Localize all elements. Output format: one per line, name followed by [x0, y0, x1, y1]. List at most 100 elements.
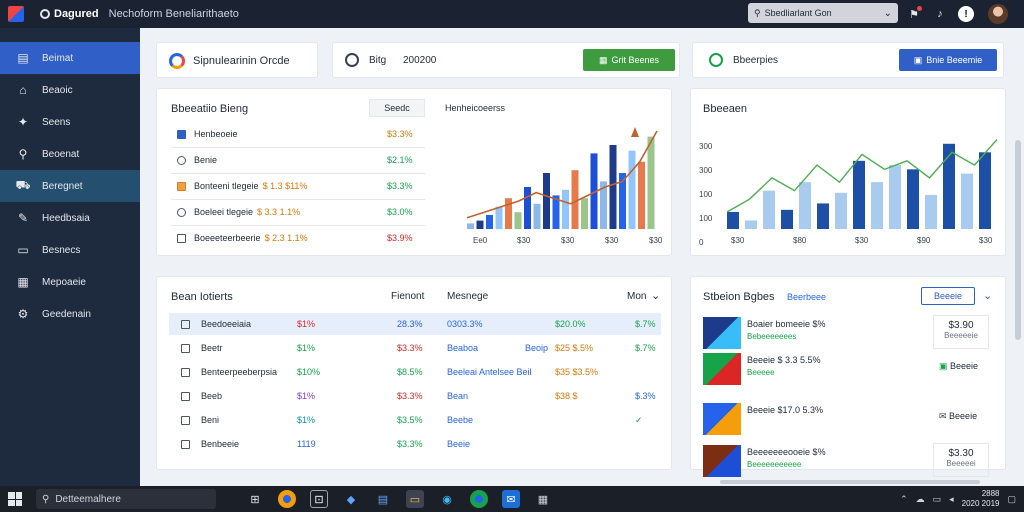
top-search-select[interactable]: ⚲ Sbedliarlant Gon ⌄ [748, 3, 898, 23]
clock[interactable]: 2888 2020 2019 [962, 489, 1000, 509]
cell-c1: $10% [297, 367, 321, 377]
cell-c2: 28.3% [397, 319, 423, 329]
overview-bar-chart: Ee0 $30 $30 $30 $30 [466, 127, 663, 245]
row-checkbox[interactable] [181, 319, 190, 329]
document-icon: ▦ [17, 275, 29, 289]
list-item[interactable]: Henbeoeie $3.3% [177, 129, 421, 139]
chevron-down-icon[interactable]: ⌄ [651, 289, 660, 302]
search-icon: ⚲ [42, 493, 50, 505]
sidebar-item-label: Besnecs [42, 244, 81, 256]
checkbox[interactable] [177, 129, 186, 139]
windows-icon[interactable]: ⊞ [246, 490, 264, 508]
item-action[interactable]: ▣ Beeeie [939, 361, 978, 372]
calendar-icon[interactable]: ▤ [374, 490, 392, 508]
folder-icon[interactable]: ▭ [406, 490, 424, 508]
table-row[interactable]: Benbeeie 1119 $3.3% Beeie [169, 433, 661, 455]
sidebar-item-label: Seens [42, 116, 71, 128]
cell-c1: $1% [297, 319, 316, 329]
table-row[interactable]: Beetr $1% $3.3% Beaboa $25 $.5% $.7% Beoip [169, 337, 661, 359]
cell-c1: $1% [297, 391, 316, 401]
outlook-icon[interactable]: ✉ [502, 490, 520, 508]
side-list-subtitle[interactable]: Beerbeee [787, 292, 826, 302]
avatar[interactable] [988, 4, 1008, 24]
terminal-icon[interactable]: ⊡ [310, 490, 328, 508]
store-icon[interactable]: ◆ [342, 490, 360, 508]
chrome-icon[interactable] [278, 490, 296, 508]
checkbox[interactable] [177, 233, 186, 243]
edge-icon[interactable]: ◉ [438, 490, 456, 508]
vertical-scrollbar[interactable] [1015, 140, 1021, 340]
item-thumbnail [703, 403, 741, 435]
table-row[interactable]: Beni $1% $3.5% Beebe ✓ [169, 409, 661, 431]
tab-search[interactable]: Seedc [369, 99, 425, 117]
sidebar-item-2[interactable]: ✦ Seens [0, 106, 140, 138]
radio-button[interactable] [177, 207, 186, 217]
cell-c4: $20.0% [555, 319, 586, 329]
sidebar-item-0[interactable]: ▤ Beimat [0, 42, 140, 74]
volume-icon[interactable]: ◂ [949, 494, 954, 505]
cloud-icon[interactable]: ☁ [916, 494, 925, 505]
sidebar-item-3[interactable]: ⚲ Beoenat [0, 138, 140, 170]
calculator-icon[interactable]: ▦ [534, 490, 552, 508]
item-price-box[interactable]: $3.30 Beeeeei [933, 443, 989, 477]
save-icon: ▣ [913, 54, 923, 65]
list-item[interactable]: Benie $2.1% [177, 155, 421, 165]
chart-bar [524, 187, 531, 229]
start-button[interactable] [8, 492, 22, 506]
row-value: $3.3% [387, 129, 413, 139]
sidebar-item-1[interactable]: ⌂ Beaoic [0, 74, 140, 106]
list-item[interactable]: Beeeie $ 3.3 5.5% Beeeee ▣ Beeeie [701, 351, 997, 385]
notification-center-icon[interactable]: ▢ [1007, 494, 1016, 505]
item-action-label: Beeeie [950, 361, 979, 371]
panel-title: Bbeeatiio Bieng [171, 103, 249, 115]
cell-c5: $.3% [635, 391, 656, 401]
dashboard-icon: ▤ [17, 51, 29, 65]
chevron-down-icon: ⌄ [883, 7, 892, 19]
taskbar-search[interactable]: ⚲ Detteemalhere [36, 489, 216, 509]
table-row[interactable]: Beeb $1% $3.3% Bean $38 $ $.3% [169, 385, 661, 407]
sidebar-item-5[interactable]: ✎ Heedbsaia [0, 202, 140, 234]
chart-bar [609, 145, 617, 229]
chevron-up-icon[interactable]: ⌃ [900, 494, 908, 505]
radio-button[interactable] [177, 155, 186, 165]
chevron-down-icon[interactable]: ⌄ [983, 289, 992, 302]
help-icon[interactable]: ! [958, 6, 974, 22]
list-item[interactable]: Beeeie $17.0 5.3% ✉ Beeeie [701, 401, 997, 435]
row-extra: $ 3.3 1.1% [257, 207, 301, 217]
list-item[interactable]: Boeleei tlegeie $ 3.3 1.1% $3.0% [177, 207, 421, 217]
green-action-button[interactable]: ▦ Grit Beenes [583, 49, 675, 71]
list-item[interactable]: Beeeeeeeooeie $% Beeeeeeeeeee $3.30 Beeeeei [701, 443, 997, 477]
row-label: Boeleei tlegeie [194, 207, 254, 217]
item-title: Beeeie $ 3.3 5.5% [747, 355, 821, 365]
table-row[interactable]: Beedoeeiaia $1% 28.3% 0303.3% $20.0% $.7% [169, 313, 661, 335]
side-list-button[interactable]: Beeeie [921, 287, 975, 305]
order-card[interactable]: Sipnulearinin Orcde [156, 42, 318, 78]
item-title: Boaier bomeeie $% [747, 319, 826, 329]
item-action[interactable]: ✉ Beeeie [939, 411, 977, 422]
horizontal-scrollbar[interactable] [720, 480, 980, 484]
row-checkbox[interactable] [181, 343, 190, 353]
table-row[interactable]: Benteerpeeberpsia $10% $8.5% Beeleai Antels… [169, 361, 661, 383]
notification-icon[interactable]: ⚑ [906, 6, 922, 22]
network-icon[interactable]: ▭ [933, 494, 942, 505]
row-checkbox[interactable] [181, 415, 190, 425]
blue-action-button[interactable]: ▣ Bnie Beeemie [899, 49, 997, 71]
sidebar-item-6[interactable]: ▭ Besnecs [0, 234, 140, 266]
chrome-icon-2[interactable] [470, 490, 488, 508]
sidebar-item-8[interactable]: ⚙ Geedenain [0, 298, 140, 330]
list-item[interactable]: Boaier bomeeie $% Bebeeeeeees $3.90 Beeeeei… [701, 315, 997, 349]
list-item[interactable]: Bonteeni tlegeie $ 1.3 $11% $3.3% [177, 181, 421, 191]
row-checkbox[interactable] [181, 367, 190, 377]
list-item[interactable]: Boeeeteerbeerie $ 2.3 1.1% $3.9% [177, 233, 421, 243]
item-price-box[interactable]: $3.90 Beeeeeie [933, 315, 989, 349]
row-checkbox[interactable] [181, 391, 190, 401]
table-header-2[interactable]: Mesnege [447, 291, 488, 302]
cell-c5: $.7% [635, 343, 656, 353]
table-header-1[interactable]: Fienont [391, 291, 424, 302]
sidebar-item-4[interactable]: ⛟ Beregnet [0, 170, 140, 202]
sidebar-item-7[interactable]: ▦ Mepoaeie [0, 266, 140, 298]
checkbox[interactable] [177, 181, 186, 191]
table-header-3[interactable]: Mon [627, 291, 646, 302]
row-checkbox[interactable] [181, 439, 190, 449]
bell-icon[interactable]: ♪ [932, 6, 948, 22]
